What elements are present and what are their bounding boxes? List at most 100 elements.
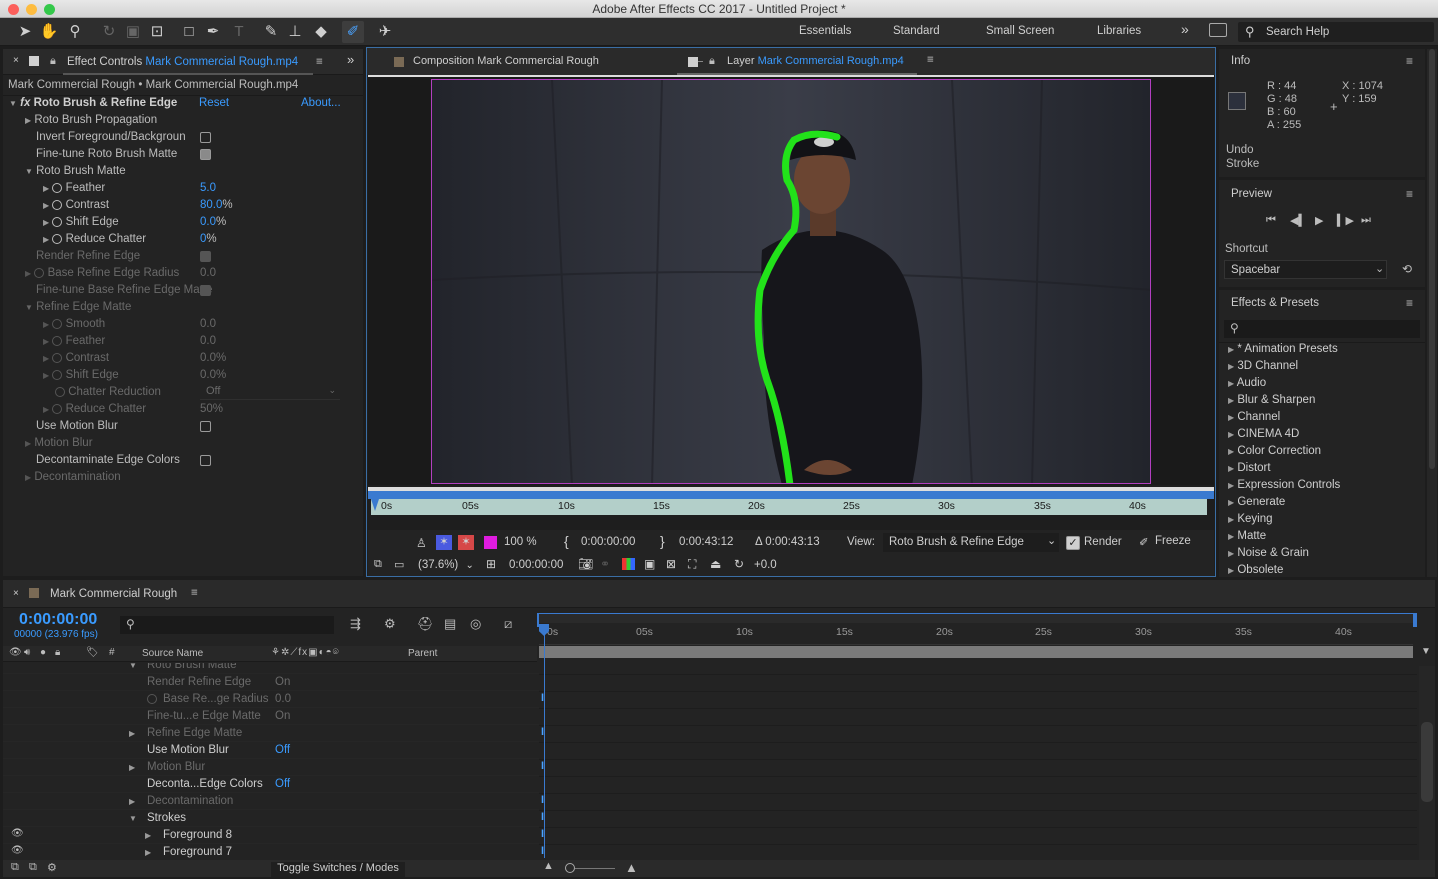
expand-triangle-icon[interactable]: ▶: [1228, 379, 1234, 388]
effects-category-item[interactable]: ▶ Keying: [1228, 513, 1273, 525]
expand-triangle-icon[interactable]: ▶: [129, 759, 135, 776]
refine-shift-property[interactable]: ▶ Shift Edge: [43, 367, 119, 384]
layer-duration-bar[interactable]: [539, 646, 1413, 658]
fx-icon[interactable]: fx: [20, 97, 30, 109]
timeline-search-input[interactable]: ⚲: [120, 616, 334, 634]
expand-triangle-icon[interactable]: ▶: [145, 827, 151, 844]
lock-switch-icon[interactable]: 🔒︎: [55, 647, 60, 658]
overlay-icon[interactable]: ✶: [458, 535, 474, 550]
expand-triangle-icon[interactable]: ▶: [1228, 447, 1234, 456]
expand-triangle-icon[interactable]: ▶: [1228, 413, 1234, 422]
effects-search-input[interactable]: ⚲: [1224, 320, 1420, 338]
graph-editor-icon[interactable]: ⧄: [504, 616, 512, 632]
finetune-roto-checkbox[interactable]: [200, 149, 211, 160]
about-link[interactable]: About...: [301, 95, 341, 112]
render-checkbox[interactable]: ✓: [1066, 536, 1080, 550]
comp-button-icon[interactable]: ▼: [1421, 646, 1431, 657]
contrast-value[interactable]: 80.0: [200, 199, 222, 211]
keyframe-marker[interactable]: I: [541, 760, 544, 772]
visibility-eye-icon[interactable]: 👁︎: [11, 828, 24, 839]
previous-frame-icon[interactable]: ◀▍: [1290, 214, 1307, 227]
timeline-property-row[interactable]: Deconta...Edge Colors Off: [3, 776, 539, 793]
magnification-dropdown[interactable]: (37.6%) ⌄: [418, 559, 474, 571]
reset-link[interactable]: Reset: [199, 95, 229, 112]
expand-triangle-icon[interactable]: ▶: [1228, 481, 1234, 490]
shift-edge-property[interactable]: ▶ Shift Edge: [43, 214, 119, 231]
feather-property[interactable]: ▶ Feather: [43, 180, 105, 197]
expand-triangle-icon[interactable]: ▶: [145, 844, 151, 861]
zoom-out-icon[interactable]: ▲: [543, 860, 554, 872]
hand-tool-icon[interactable]: ✋: [38, 21, 60, 43]
refine-feather-property[interactable]: ▶ Feather: [43, 333, 105, 350]
scrollbar-thumb[interactable]: [1429, 49, 1435, 469]
last-frame-icon[interactable]: ⏭: [1361, 214, 1371, 227]
effects-category-item[interactable]: ▶ 3D Channel: [1228, 360, 1298, 372]
video-switch-icon[interactable]: 👁︎: [9, 647, 22, 658]
parent-column[interactable]: Parent: [408, 648, 437, 659]
expand-triangle-icon[interactable]: ▶: [1228, 498, 1234, 507]
effects-category-item[interactable]: ▶ * Animation Presets: [1228, 343, 1338, 355]
effects-category-item[interactable]: ▶ Expression Controls: [1228, 479, 1340, 491]
rectangle-tool-icon[interactable]: □: [178, 21, 200, 43]
panel-menu-icon[interactable]: ≡: [1406, 54, 1413, 68]
zoom-slider-knob[interactable]: [565, 863, 575, 873]
minimize-window-button[interactable]: [26, 4, 37, 15]
pan-behind-tool-icon[interactable]: ⊡: [146, 21, 168, 43]
clone-stamp-tool-icon[interactable]: ⊥: [284, 21, 306, 43]
shortcut-dropdown[interactable]: Spacebar ⌄: [1224, 260, 1387, 279]
freeze-button[interactable]: ✐ Freeze: [1139, 535, 1191, 549]
timeline-scrollbar-thumb[interactable]: [1421, 722, 1433, 802]
show-snapshot-icon[interactable]: ⚭: [600, 557, 610, 571]
lock-icon[interactable]: 🔒︎: [709, 55, 715, 68]
comp-mini-flowchart-icon[interactable]: ⇶: [350, 616, 361, 632]
timeline-property-row[interactable]: ▼ Strokes: [3, 810, 539, 827]
stopwatch-icon[interactable]: [52, 216, 63, 227]
solo-switch-icon[interactable]: ●: [40, 647, 46, 658]
current-time[interactable]: 0:00:00:00: [509, 559, 563, 571]
expand-panels-icon[interactable]: »: [347, 52, 354, 67]
motion-blur-icon[interactable]: ◎: [470, 616, 481, 632]
more-workspaces-icon[interactable]: »: [1181, 21, 1189, 37]
smooth-property[interactable]: ▶ Smooth: [43, 316, 105, 333]
eraser-tool-icon[interactable]: ◆: [310, 21, 332, 43]
grid-icon[interactable]: ⊞: [486, 557, 496, 571]
transparency-grid-icon[interactable]: ⊠: [666, 557, 676, 571]
zoom-tool-icon[interactable]: ⚲: [64, 21, 86, 43]
stopwatch-icon[interactable]: [52, 199, 63, 210]
expand-triangle-icon[interactable]: ▶: [129, 793, 135, 810]
draft-3d-icon[interactable]: ⚙: [384, 616, 396, 632]
motion-blur-group[interactable]: ▶ Motion Blur: [25, 435, 93, 452]
expand-triangle-icon[interactable]: ▶: [1228, 532, 1234, 541]
effects-category-item[interactable]: ▶ Distort: [1228, 462, 1271, 474]
decontamination-group[interactable]: ▶ Decontamination: [25, 469, 121, 486]
expand-triangle-icon[interactable]: ▼: [9, 99, 17, 108]
workspace-libraries[interactable]: Libraries: [1097, 25, 1141, 37]
always-preview-icon[interactable]: ⧉: [374, 558, 382, 571]
exposure-value[interactable]: +0.0: [754, 559, 777, 571]
timeline-property-row[interactable]: Base Re...ge Radius 0.0: [3, 691, 539, 708]
effects-category-item[interactable]: ▶ Generate: [1228, 496, 1285, 508]
feather-value[interactable]: 5.0: [200, 180, 216, 197]
expand-triangle-icon[interactable]: ▶: [1228, 362, 1234, 371]
panel-menu-icon[interactable]: ≡: [927, 54, 934, 66]
lock-icon[interactable]: 🔒︎: [50, 55, 56, 68]
camera-tool-icon[interactable]: ▣: [122, 21, 144, 43]
expand-triangle-icon[interactable]: ▶: [1228, 549, 1234, 558]
timeline-ruler[interactable]: 0s 05s 10s 15s 20s 25s 30s 35s 40s: [539, 623, 1413, 645]
display-icon[interactable]: ▭: [394, 558, 404, 571]
effects-category-item[interactable]: ▶ Matte: [1228, 530, 1266, 542]
expand-triangle-icon[interactable]: ▶: [1228, 396, 1234, 405]
fast-previews-icon[interactable]: ⏏: [710, 557, 721, 571]
expand-triangle-icon[interactable]: ▶: [1228, 430, 1234, 439]
workspace-standard[interactable]: Standard: [893, 25, 940, 37]
invert-foreground-checkbox[interactable]: [200, 132, 211, 143]
audio-switch-icon[interactable]: 🔊︎: [24, 647, 30, 658]
play-icon[interactable]: ▶: [1315, 214, 1323, 227]
timeline-property-value[interactable]: Off: [275, 776, 290, 793]
composition-tab[interactable]: Composition Mark Commercial Rough: [413, 55, 599, 67]
toggle-switches-modes-button[interactable]: Toggle Switches / Modes: [271, 862, 405, 877]
timeline-property-row[interactable]: ▶ Foreground 7: [3, 844, 539, 861]
timeline-scrollbar[interactable]: [1419, 666, 1435, 860]
3d-view-icon[interactable]: ⛶: [688, 557, 696, 572]
base-refine-radius-property[interactable]: ▶ Base Refine Edge Radius: [25, 265, 179, 282]
